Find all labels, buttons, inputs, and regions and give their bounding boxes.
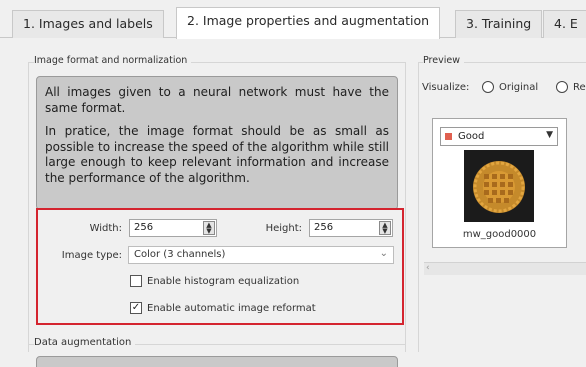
width-label: Width: (89, 223, 122, 234)
chevron-down-icon: ⌄ (379, 248, 388, 259)
description-paragraph-2: In pratice, the image format should be a… (45, 124, 389, 185)
thumbnail-caption: mw_good0000 (462, 229, 537, 240)
class-select[interactable]: Good ▼ (440, 127, 558, 146)
tab-images-and-labels[interactable]: 1. Images and labels (12, 10, 164, 38)
histogram-equalization-checkbox[interactable]: Enable histogram equalization (130, 275, 299, 287)
radio-reformatted[interactable]: Re (556, 81, 586, 93)
histogram-equalization-label: Enable histogram equalization (147, 275, 300, 287)
checkmark-icon[interactable]: ✓ (130, 302, 142, 314)
dropdown-arrow-icon: ▼ (546, 130, 553, 140)
width-value: 256 (134, 222, 154, 233)
class-color-swatch (445, 133, 452, 140)
preview-group-title: Preview (423, 55, 464, 66)
class-value: Good (458, 131, 485, 142)
visualize-label: Visualize: (422, 82, 470, 93)
tab-bar: 1. Images and labels 2. Image properties… (0, 0, 586, 39)
image-type-value: Color (3 channels) (134, 249, 226, 260)
preview-horizontal-scrollbar[interactable]: ‹ (424, 262, 586, 275)
waffle-icon (464, 150, 534, 222)
width-spinbox[interactable]: 256 ▲ ▼ (129, 219, 217, 237)
radio-reformatted-label: Re (573, 81, 586, 93)
checkbox-unchecked-icon[interactable] (130, 275, 142, 287)
auto-reformat-label: Enable automatic image reformat (147, 302, 316, 314)
format-group-title: Image format and normalization (34, 55, 192, 66)
tab-evaluation[interactable]: 4. E (543, 10, 586, 38)
format-description: All images given to a neural network mus… (36, 76, 398, 210)
radio-unselected-icon[interactable] (482, 81, 494, 93)
image-type-select[interactable]: Color (3 channels) ⌄ (128, 246, 394, 264)
preview-border-left (418, 62, 419, 352)
tab-training[interactable]: 3. Training (455, 10, 543, 38)
height-spinbox[interactable]: 256 ▲ ▼ (309, 219, 393, 237)
height-stepper-icon[interactable]: ▲ ▼ (379, 221, 391, 235)
radio-unselected-icon[interactable] (556, 81, 568, 93)
height-label: Height: (265, 223, 302, 234)
radio-original[interactable]: Original (482, 81, 538, 93)
image-type-label: Image type: (61, 250, 122, 261)
tab-image-properties-and-augmentation[interactable]: 2. Image properties and augmentation (176, 7, 441, 39)
scroll-left-icon[interactable]: ‹ (426, 263, 430, 273)
height-value: 256 (314, 222, 334, 233)
radio-original-label: Original (499, 81, 539, 93)
waffle-thumbnail-image (464, 150, 534, 222)
augmentation-group-title: Data augmentation (34, 337, 136, 348)
width-stepper-icon[interactable]: ▲ ▼ (203, 221, 215, 235)
augmentation-description (36, 356, 398, 367)
description-paragraph-1: All images given to a neural network mus… (45, 85, 389, 115)
auto-reformat-checkbox[interactable]: ✓ Enable automatic image reformat (130, 302, 316, 314)
